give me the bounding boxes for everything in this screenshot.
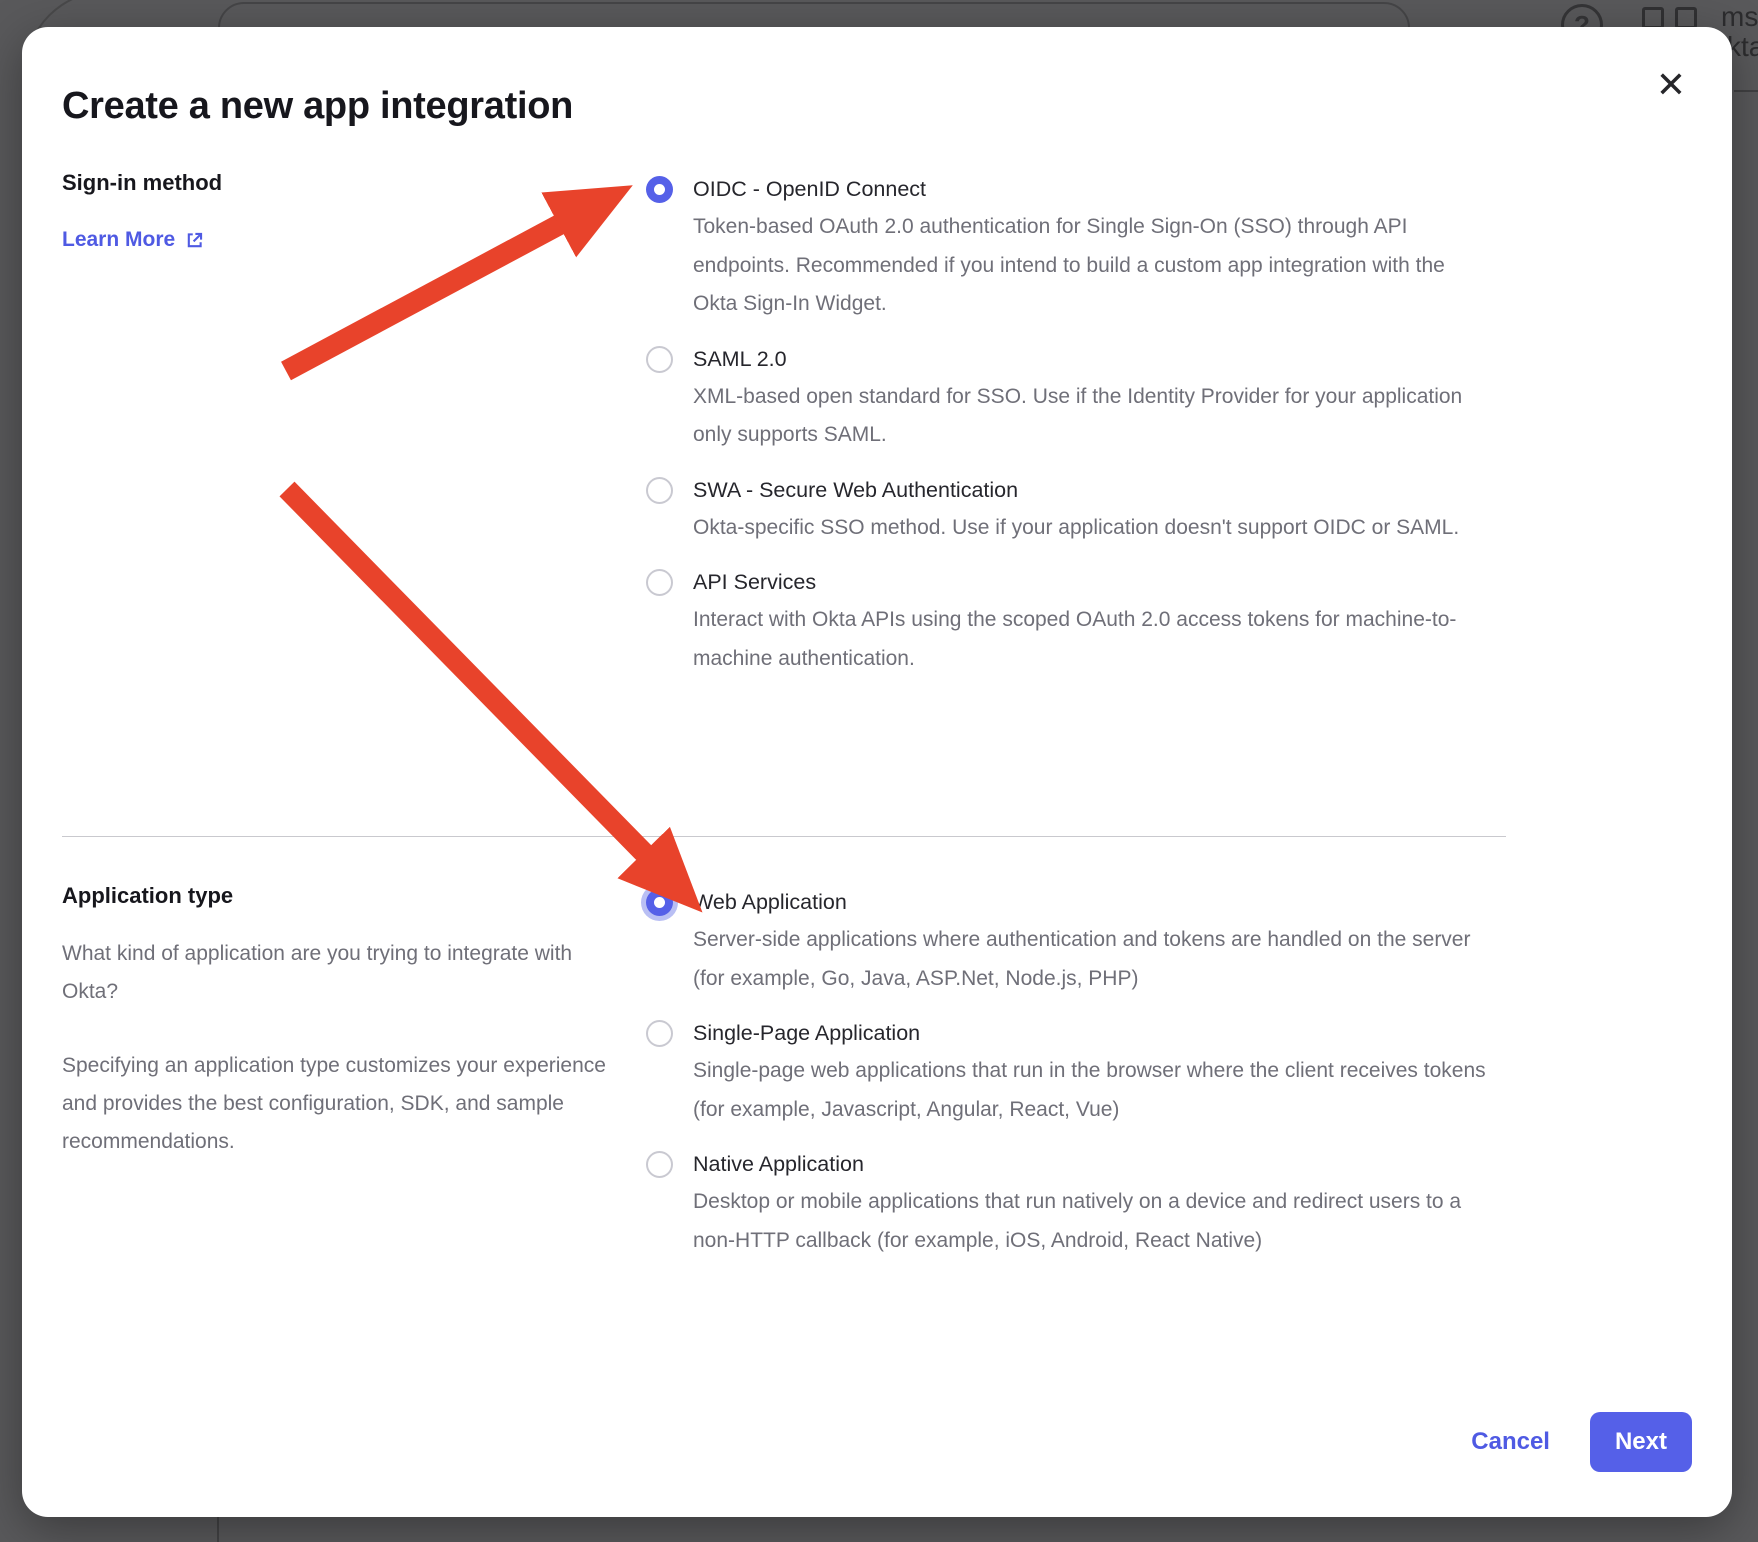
account-text-line1: msh	[1721, 2, 1758, 32]
apps-grid-square	[1675, 7, 1697, 29]
close-icon[interactable]: ✕	[1656, 67, 1686, 103]
create-app-integration-dialog: ✕ Create a new app integration Sign-in m…	[22, 27, 1732, 1517]
application-type-section: Application type What kind of applicatio…	[62, 883, 1692, 1260]
option-description: XML-based open standard for SSO. Use if …	[693, 378, 1490, 455]
radio-native-application-icon[interactable]	[646, 1151, 673, 1178]
option-description: Token-based OAuth 2.0 authentication for…	[693, 208, 1490, 324]
option-description: Desktop or mobile applications that run …	[693, 1183, 1490, 1260]
signin-method-section: Sign-in method Learn More	[62, 170, 1692, 678]
option-description: Server-side applications where authentic…	[693, 921, 1490, 998]
option-native-application[interactable]: Native Application Desktop or mobile app…	[630, 1145, 1490, 1260]
option-label: SWA - Secure Web Authentication	[693, 471, 1459, 509]
apps-grid-icon	[1642, 7, 1697, 29]
backdrop-divider-fragment	[1734, 90, 1758, 92]
radio-web-application-selected-icon[interactable]	[646, 889, 673, 916]
application-type-options: Web Application Server-side applications…	[630, 883, 1490, 1260]
apps-grid-square	[1642, 7, 1664, 29]
option-swa[interactable]: SWA - Secure Web Authentication Okta-spe…	[630, 471, 1490, 548]
next-button[interactable]: Next	[1590, 1412, 1692, 1472]
cancel-button[interactable]: Cancel	[1471, 1428, 1550, 1456]
radio-single-page-application-icon[interactable]	[646, 1020, 673, 1047]
application-type-label: Application type	[62, 883, 630, 909]
learn-more-link[interactable]: Learn More	[62, 228, 205, 252]
section-divider	[62, 836, 1506, 837]
learn-more-label: Learn More	[62, 228, 175, 252]
option-description: Single-page web applications that run in…	[693, 1052, 1490, 1129]
backdrop-seam	[217, 1517, 219, 1542]
option-saml[interactable]: SAML 2.0 XML-based open standard for SSO…	[630, 340, 1490, 455]
option-label: Web Application	[693, 883, 1490, 921]
option-label: OIDC - OpenID Connect	[693, 170, 1490, 208]
option-web-application[interactable]: Web Application Server-side applications…	[630, 883, 1490, 998]
option-label: SAML 2.0	[693, 340, 1490, 378]
signin-method-label: Sign-in method	[62, 170, 630, 196]
dialog-title: Create a new app integration	[62, 85, 1692, 128]
option-single-page-application[interactable]: Single-Page Application Single-page web …	[630, 1014, 1490, 1129]
option-oidc[interactable]: OIDC - OpenID Connect Token-based OAuth …	[630, 170, 1490, 324]
radio-swa-icon[interactable]	[646, 477, 673, 504]
application-type-hint: Specifying an application type customize…	[62, 1047, 630, 1161]
option-label: API Services	[693, 563, 1490, 601]
radio-oidc-selected-icon[interactable]	[646, 176, 673, 203]
signin-method-options: OIDC - OpenID Connect Token-based OAuth …	[630, 170, 1490, 678]
screen: ? msh kta ✕ Create a new app integration…	[0, 0, 1758, 1542]
option-description: Okta-specific SSO method. Use if your ap…	[693, 509, 1459, 548]
option-label: Native Application	[693, 1145, 1490, 1183]
dialog-footer: Cancel Next	[1471, 1412, 1692, 1472]
option-label: Single-Page Application	[693, 1014, 1490, 1052]
option-description: Interact with Okta APIs using the scoped…	[693, 601, 1490, 678]
option-api-services[interactable]: API Services Interact with Okta APIs usi…	[630, 563, 1490, 678]
external-link-icon	[184, 230, 205, 251]
radio-api-services-icon[interactable]	[646, 569, 673, 596]
radio-saml-icon[interactable]	[646, 346, 673, 373]
application-type-question: What kind of application are you trying …	[62, 935, 630, 1011]
